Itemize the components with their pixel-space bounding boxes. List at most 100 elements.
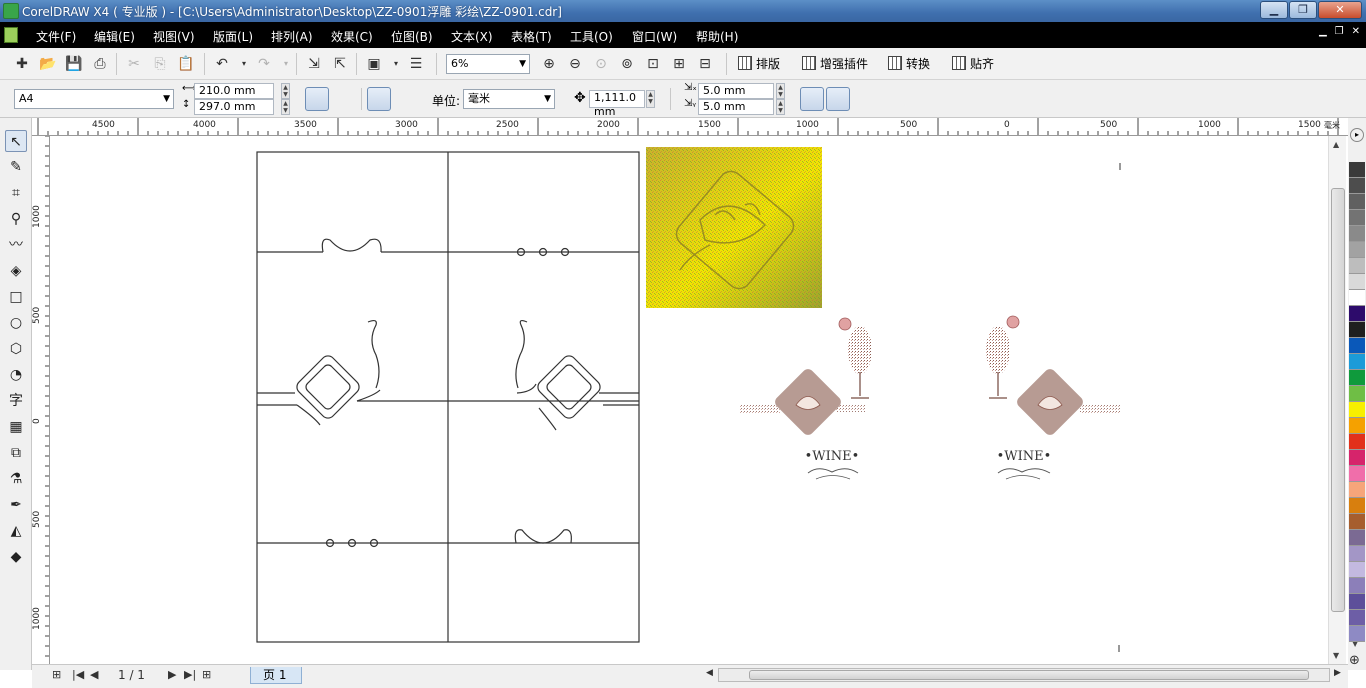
last-page-icon[interactable]: ▶| xyxy=(184,668,196,681)
menu-edit[interactable]: 编辑(E) xyxy=(94,28,135,45)
color-swatch[interactable] xyxy=(1349,194,1365,210)
horizontal-scroll-thumb[interactable] xyxy=(749,670,1309,680)
doc-restore-icon[interactable]: ❐ xyxy=(1335,26,1344,37)
menu-table[interactable]: 表格(T) xyxy=(511,28,552,45)
menu-effects[interactable]: 效果(C) xyxy=(331,28,373,45)
menu-tools[interactable]: 工具(O) xyxy=(570,28,613,45)
color-swatch[interactable] xyxy=(1349,610,1365,626)
color-swatch[interactable] xyxy=(1349,530,1365,546)
color-swatch[interactable] xyxy=(1349,162,1365,178)
color-swatch[interactable] xyxy=(1349,594,1365,610)
nudge-distance-input[interactable]: 1,111.0 mm xyxy=(589,90,645,118)
freehand-tool-icon[interactable]: 〰 xyxy=(5,234,27,256)
plugin-snap-button[interactable]: 贴齐 xyxy=(952,54,994,74)
color-swatch[interactable] xyxy=(1349,210,1365,226)
color-swatch[interactable] xyxy=(1349,290,1365,306)
color-swatch[interactable] xyxy=(1349,338,1365,354)
color-swatch[interactable] xyxy=(1349,402,1365,418)
redo-icon[interactable]: ↷ xyxy=(254,54,274,74)
minimize-button[interactable]: ▁ xyxy=(1260,1,1288,19)
interactive-tool-icon[interactable]: ⧉ xyxy=(5,442,27,464)
color-swatch[interactable] xyxy=(1349,274,1365,290)
interactive-fill-tool-icon[interactable]: ◆ xyxy=(5,546,27,568)
color-swatch[interactable] xyxy=(1349,306,1365,322)
snap-to-objects-button[interactable] xyxy=(826,87,850,111)
menu-help[interactable]: 帮助(H) xyxy=(696,28,738,45)
page-height-input[interactable]: 297.0 mm xyxy=(194,99,274,115)
menu-arrange[interactable]: 排列(A) xyxy=(271,28,313,45)
current-page-button[interactable] xyxy=(394,87,418,111)
color-swatch[interactable] xyxy=(1349,258,1365,274)
page-tab[interactable]: 页 1 xyxy=(250,667,302,684)
pick-tool-icon[interactable]: ↖ xyxy=(5,130,27,152)
launcher-dropdown-icon[interactable]: ▾ xyxy=(386,54,406,74)
zoom-page-icon[interactable]: ⊡ xyxy=(643,54,663,74)
next-page-icon[interactable]: ▶ xyxy=(168,668,176,681)
scroll-down-icon[interactable]: ▼ xyxy=(1333,651,1339,660)
outline-tool-icon[interactable]: ✒ xyxy=(5,494,27,516)
zoom-out-icon[interactable]: ⊖ xyxy=(565,54,585,74)
undo-dropdown-icon[interactable]: ▾ xyxy=(234,54,254,74)
page-width-input[interactable]: 210.0 mm xyxy=(194,83,274,99)
color-swatch[interactable] xyxy=(1349,354,1365,370)
maximize-button[interactable]: ❐ xyxy=(1289,1,1317,19)
color-swatch[interactable] xyxy=(1349,562,1365,578)
export-icon[interactable]: ⇱ xyxy=(330,54,350,74)
treat-as-filled-button[interactable] xyxy=(800,87,824,111)
redo-dropdown-icon[interactable]: ▾ xyxy=(276,54,296,74)
table-tool-icon[interactable]: ▦ xyxy=(5,416,27,438)
zoom-selected-icon[interactable]: ⊙ xyxy=(591,54,611,74)
undo-icon[interactable]: ↶ xyxy=(212,54,232,74)
color-swatch[interactable] xyxy=(1349,450,1365,466)
application-launcher-icon[interactable]: ▣ xyxy=(364,54,384,74)
eyedropper-tool-icon[interactable]: ⚗ xyxy=(5,468,27,490)
color-swatch[interactable] xyxy=(1349,418,1365,434)
close-button[interactable]: ✕ xyxy=(1318,1,1362,19)
vertical-ruler[interactable]: 1000 500 0 500 1000 xyxy=(32,136,50,664)
crop-tool-icon[interactable]: ⌗ xyxy=(5,182,27,204)
color-swatch[interactable] xyxy=(1349,578,1365,594)
color-swatch[interactable] xyxy=(1349,370,1365,386)
doc-close-icon[interactable]: ✕ xyxy=(1352,26,1360,37)
zoom-all-objects-icon[interactable]: ⊚ xyxy=(617,54,637,74)
height-spinner[interactable]: ▲ ▼ xyxy=(281,99,290,115)
copy-icon[interactable]: ⎘ xyxy=(150,54,170,74)
menu-window[interactable]: 窗口(W) xyxy=(632,28,677,45)
plugin-typeset-button[interactable]: 排版 xyxy=(738,54,780,74)
text-tool-icon[interactable]: 字 xyxy=(5,390,27,412)
add-page-before-icon[interactable]: ⊞ xyxy=(52,668,61,681)
rectangle-tool-icon[interactable]: □ xyxy=(5,286,27,308)
scroll-left-icon[interactable]: ◀ xyxy=(706,668,713,678)
color-swatch[interactable] xyxy=(1349,434,1365,450)
zoom-tool-icon[interactable]: ⚲ xyxy=(5,208,27,230)
basic-shapes-tool-icon[interactable]: ◔ xyxy=(5,364,27,386)
menu-text[interactable]: 文本(X) xyxy=(451,28,493,45)
color-swatch[interactable] xyxy=(1349,498,1365,514)
save-icon[interactable]: 💾 xyxy=(64,54,84,74)
color-swatch[interactable] xyxy=(1349,178,1365,194)
menu-layout[interactable]: 版面(L) xyxy=(213,28,253,45)
menu-bitmaps[interactable]: 位图(B) xyxy=(391,28,433,45)
horizontal-ruler[interactable]: 4500 4000 3500 3000 2500 2000 1500 1000 … xyxy=(32,118,1348,136)
menu-view[interactable]: 视图(V) xyxy=(153,28,195,45)
smart-fill-tool-icon[interactable]: ◈ xyxy=(5,260,27,282)
color-swatch[interactable] xyxy=(1349,242,1365,258)
zoom-page-height-icon[interactable]: ⊟ xyxy=(695,54,715,74)
duplicate-y-input[interactable]: 5.0 mm xyxy=(698,99,774,115)
all-pages-button[interactable] xyxy=(367,87,391,111)
page-size-select[interactable]: A4 ▼ xyxy=(14,89,174,109)
print-icon[interactable]: ⎙ xyxy=(90,54,110,74)
color-swatch[interactable] xyxy=(1349,386,1365,402)
plugin-enhance-button[interactable]: 增强插件 xyxy=(802,54,868,74)
palette-scroll-up-icon[interactable]: ▸ xyxy=(1350,128,1364,142)
fill-tool-icon[interactable]: ◭ xyxy=(5,520,27,542)
add-page-after-icon[interactable]: ⊞ xyxy=(202,668,211,681)
cut-icon[interactable]: ✂ xyxy=(124,54,144,74)
polygon-tool-icon[interactable]: ⬡ xyxy=(5,338,27,360)
shape-tool-icon[interactable]: ✎ xyxy=(5,156,27,178)
nudge-spinner[interactable]: ▲ ▼ xyxy=(646,90,655,108)
width-spinner[interactable]: ▲ ▼ xyxy=(281,83,290,99)
scroll-right-icon[interactable]: ▶ xyxy=(1334,668,1341,678)
color-swatch[interactable] xyxy=(1349,626,1365,642)
previous-page-icon[interactable]: ◀ xyxy=(90,668,98,681)
